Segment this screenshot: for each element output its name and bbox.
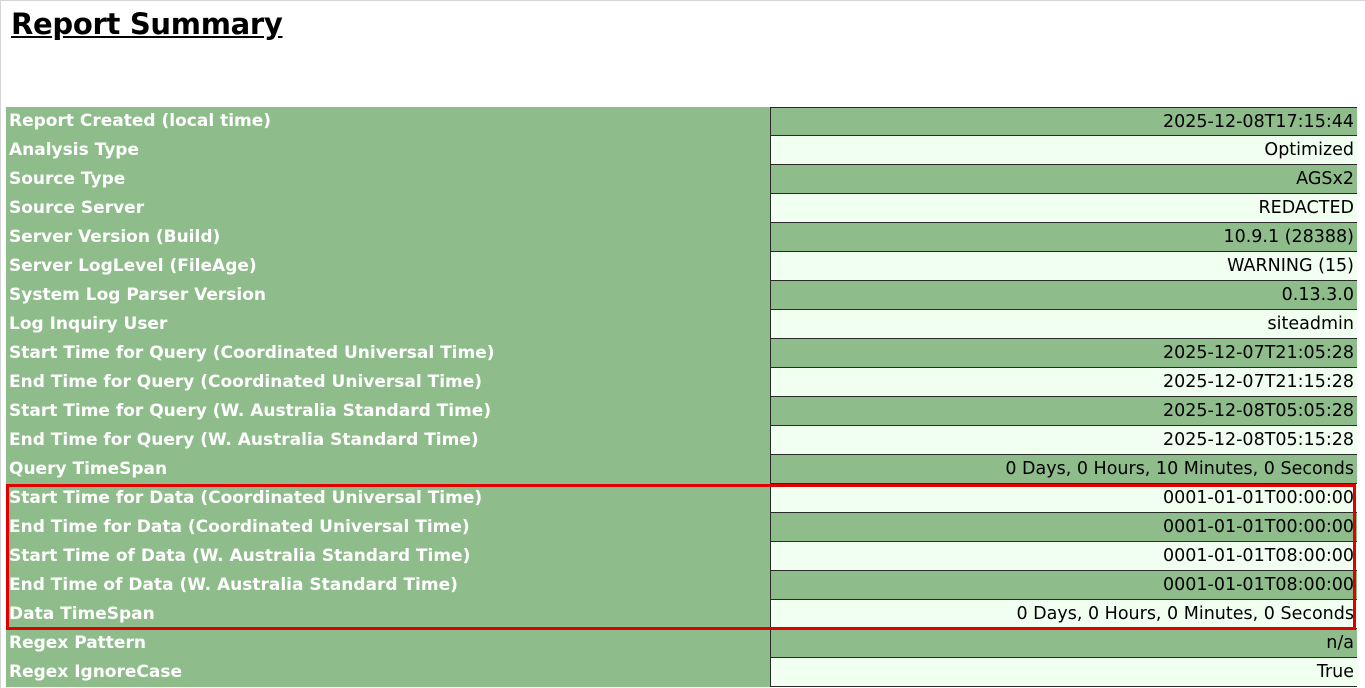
row-label[interactable]: Start Time for Query (Coordinated Univer… [6,339,770,368]
table-row: End Time for Query (Coordinated Universa… [6,368,1357,397]
row-value[interactable]: 10.9.1 (28388) [770,223,1357,252]
summary-table: Report Created (local time) 2025-12-08T1… [6,107,1357,687]
row-label[interactable]: Regex Pattern [6,629,770,658]
row-label[interactable]: Log Inquiry User [6,310,770,339]
row-label[interactable]: End Time for Data (Coordinated Universal… [6,513,770,542]
row-label[interactable]: System Log Parser Version [6,281,770,310]
row-value[interactable]: Optimized [770,136,1357,165]
table-row: Query TimeSpan 0 Days, 0 Hours, 10 Minut… [6,455,1357,484]
row-value[interactable]: 2025-12-07T21:05:28 [770,339,1357,368]
row-value[interactable]: siteadmin [770,310,1357,339]
row-value[interactable]: 0001-01-01T08:00:00 [770,571,1357,600]
row-label[interactable]: Regex IgnoreCase [6,658,770,687]
table-row: Source Type AGSx2 [6,165,1357,194]
row-value[interactable]: 2025-12-08T17:15:44 [770,107,1357,136]
row-value[interactable]: 0001-01-01T00:00:00 [770,513,1357,542]
table-row: Regex IgnoreCase True [6,658,1357,687]
row-value[interactable]: True [770,658,1357,687]
row-label[interactable]: Source Type [6,165,770,194]
row-value[interactable]: AGSx2 [770,165,1357,194]
row-label[interactable]: Data TimeSpan [6,600,770,629]
row-label[interactable]: Report Created (local time) [6,107,770,136]
row-value[interactable]: 2025-12-08T05:05:28 [770,397,1357,426]
table-row: System Log Parser Version 0.13.3.0 [6,281,1357,310]
row-value[interactable]: 2025-12-08T05:15:28 [770,426,1357,455]
table-row: Source Server REDACTED [6,194,1357,223]
table-row: End Time for Query (W. Australia Standar… [6,426,1357,455]
table-row: Start Time of Data (W. Australia Standar… [6,542,1357,571]
row-label[interactable]: Analysis Type [6,136,770,165]
table-row: Report Created (local time) 2025-12-08T1… [6,107,1357,136]
table-row: End Time of Data (W. Australia Standard … [6,571,1357,600]
table-row: Server LogLevel (FileAge) WARNING (15) [6,252,1357,281]
row-label[interactable]: Server LogLevel (FileAge) [6,252,770,281]
row-label[interactable]: Start Time for Query (W. Australia Stand… [6,397,770,426]
table-row: Analysis Type Optimized [6,136,1357,165]
row-label[interactable]: End Time of Data (W. Australia Standard … [6,571,770,600]
row-value[interactable]: 0001-01-01T08:00:00 [770,542,1357,571]
table-row: Start Time for Query (W. Australia Stand… [6,397,1357,426]
table-row: Regex Pattern n/a [6,629,1357,658]
table-row: Start Time for Query (Coordinated Univer… [6,339,1357,368]
row-value[interactable]: 0 Days, 0 Hours, 10 Minutes, 0 Seconds [770,455,1357,484]
row-label[interactable]: End Time for Query (W. Australia Standar… [6,426,770,455]
row-label[interactable]: Start Time of Data (W. Australia Standar… [6,542,770,571]
table-row: Log Inquiry User siteadmin [6,310,1357,339]
page-title[interactable]: Report Summary [11,7,283,41]
row-value[interactable]: n/a [770,629,1357,658]
row-value[interactable]: 0 Days, 0 Hours, 0 Minutes, 0 Seconds [770,600,1357,629]
spreadsheet: Report Summary Report Created (local tim… [0,0,1365,688]
row-value[interactable]: 0.13.3.0 [770,281,1357,310]
table-row: Data TimeSpan 0 Days, 0 Hours, 0 Minutes… [6,600,1357,629]
row-label[interactable]: Server Version (Build) [6,223,770,252]
table-row: Start Time for Data (Coordinated Univers… [6,484,1357,513]
table-row: Server Version (Build) 10.9.1 (28388) [6,223,1357,252]
row-label[interactable]: End Time for Query (Coordinated Universa… [6,368,770,397]
row-label[interactable]: Start Time for Data (Coordinated Univers… [6,484,770,513]
row-value[interactable]: 0001-01-01T00:00:00 [770,484,1357,513]
row-value[interactable]: 2025-12-07T21:15:28 [770,368,1357,397]
table-row: End Time for Data (Coordinated Universal… [6,513,1357,542]
row-label[interactable]: Query TimeSpan [6,455,770,484]
row-value[interactable]: WARNING (15) [770,252,1357,281]
row-value[interactable]: REDACTED [770,194,1357,223]
row-label[interactable]: Source Server [6,194,770,223]
